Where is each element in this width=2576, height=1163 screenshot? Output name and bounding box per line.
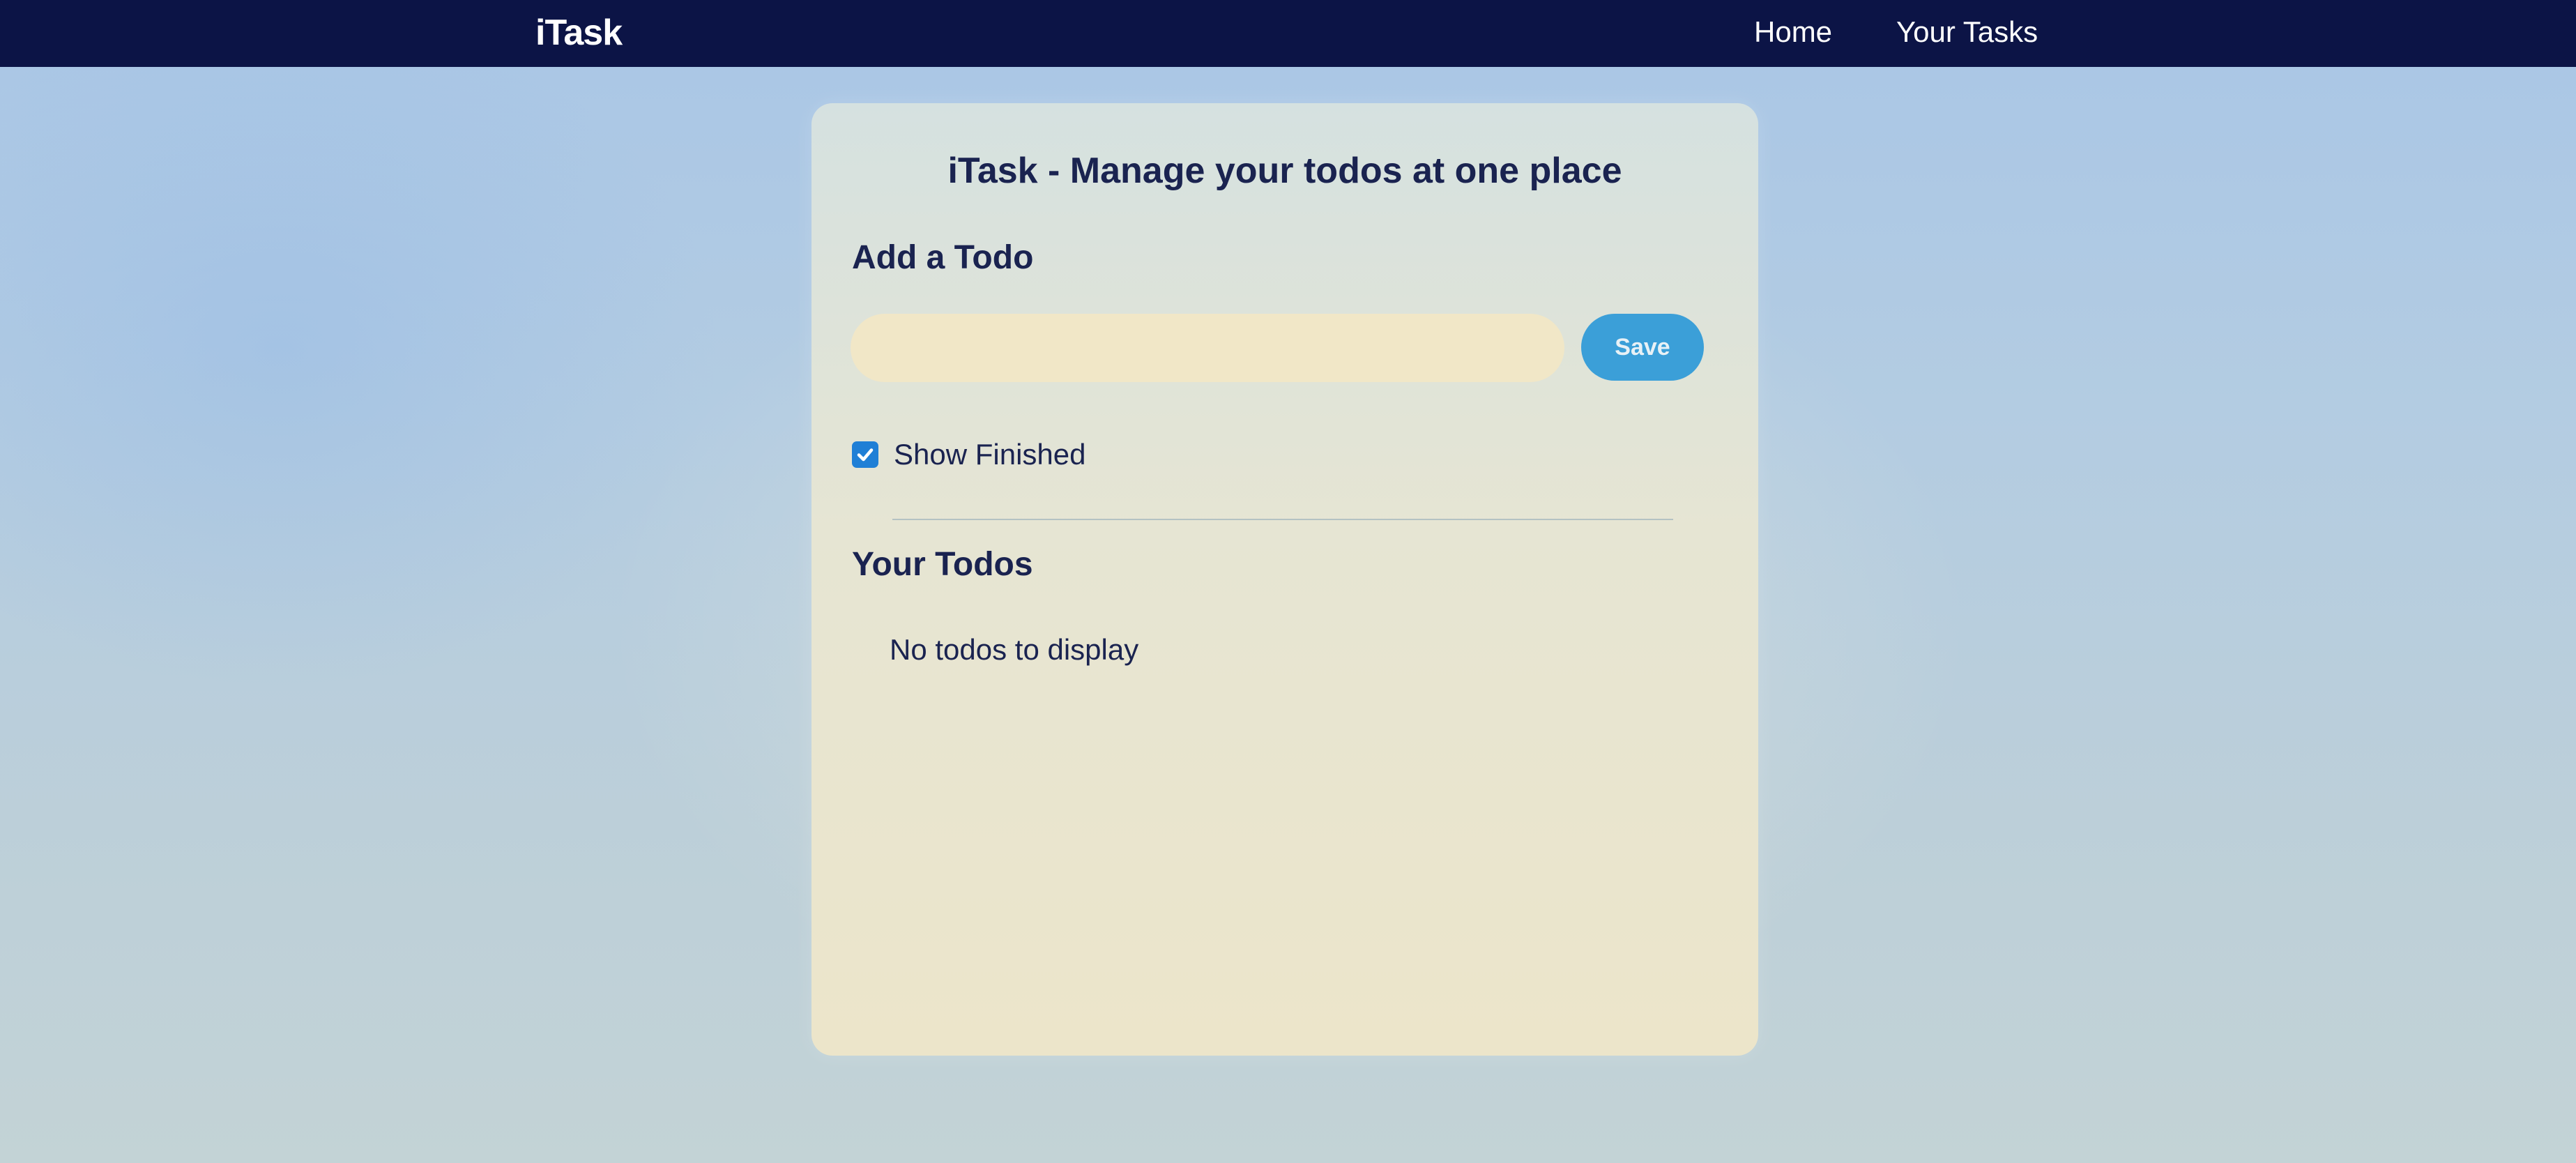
divider	[892, 519, 1673, 520]
page-title: iTask - Manage your todos at one place	[947, 151, 1622, 191]
todo-input[interactable]	[851, 314, 1564, 382]
brand-logo[interactable]: iTask	[535, 10, 623, 56]
save-button[interactable]: Save	[1581, 314, 1704, 381]
show-finished-toggle[interactable]: Show Finished	[852, 434, 1085, 476]
checkmark-icon	[857, 448, 874, 462]
add-todo-heading: Add a Todo	[852, 239, 1034, 276]
your-todos-heading: Your Todos	[852, 546, 1033, 583]
show-finished-label: Show Finished	[894, 438, 1086, 471]
navbar: iTask Home Your Tasks	[0, 0, 2576, 67]
empty-todos-message: No todos to display	[890, 633, 1139, 666]
show-finished-checkbox[interactable]	[852, 441, 878, 468]
nav-link-your-tasks[interactable]: Your Tasks	[1896, 10, 2038, 54]
todo-card: iTask - Manage your todos at one place A…	[811, 103, 1758, 1056]
nav-link-home[interactable]: Home	[1754, 10, 1832, 54]
